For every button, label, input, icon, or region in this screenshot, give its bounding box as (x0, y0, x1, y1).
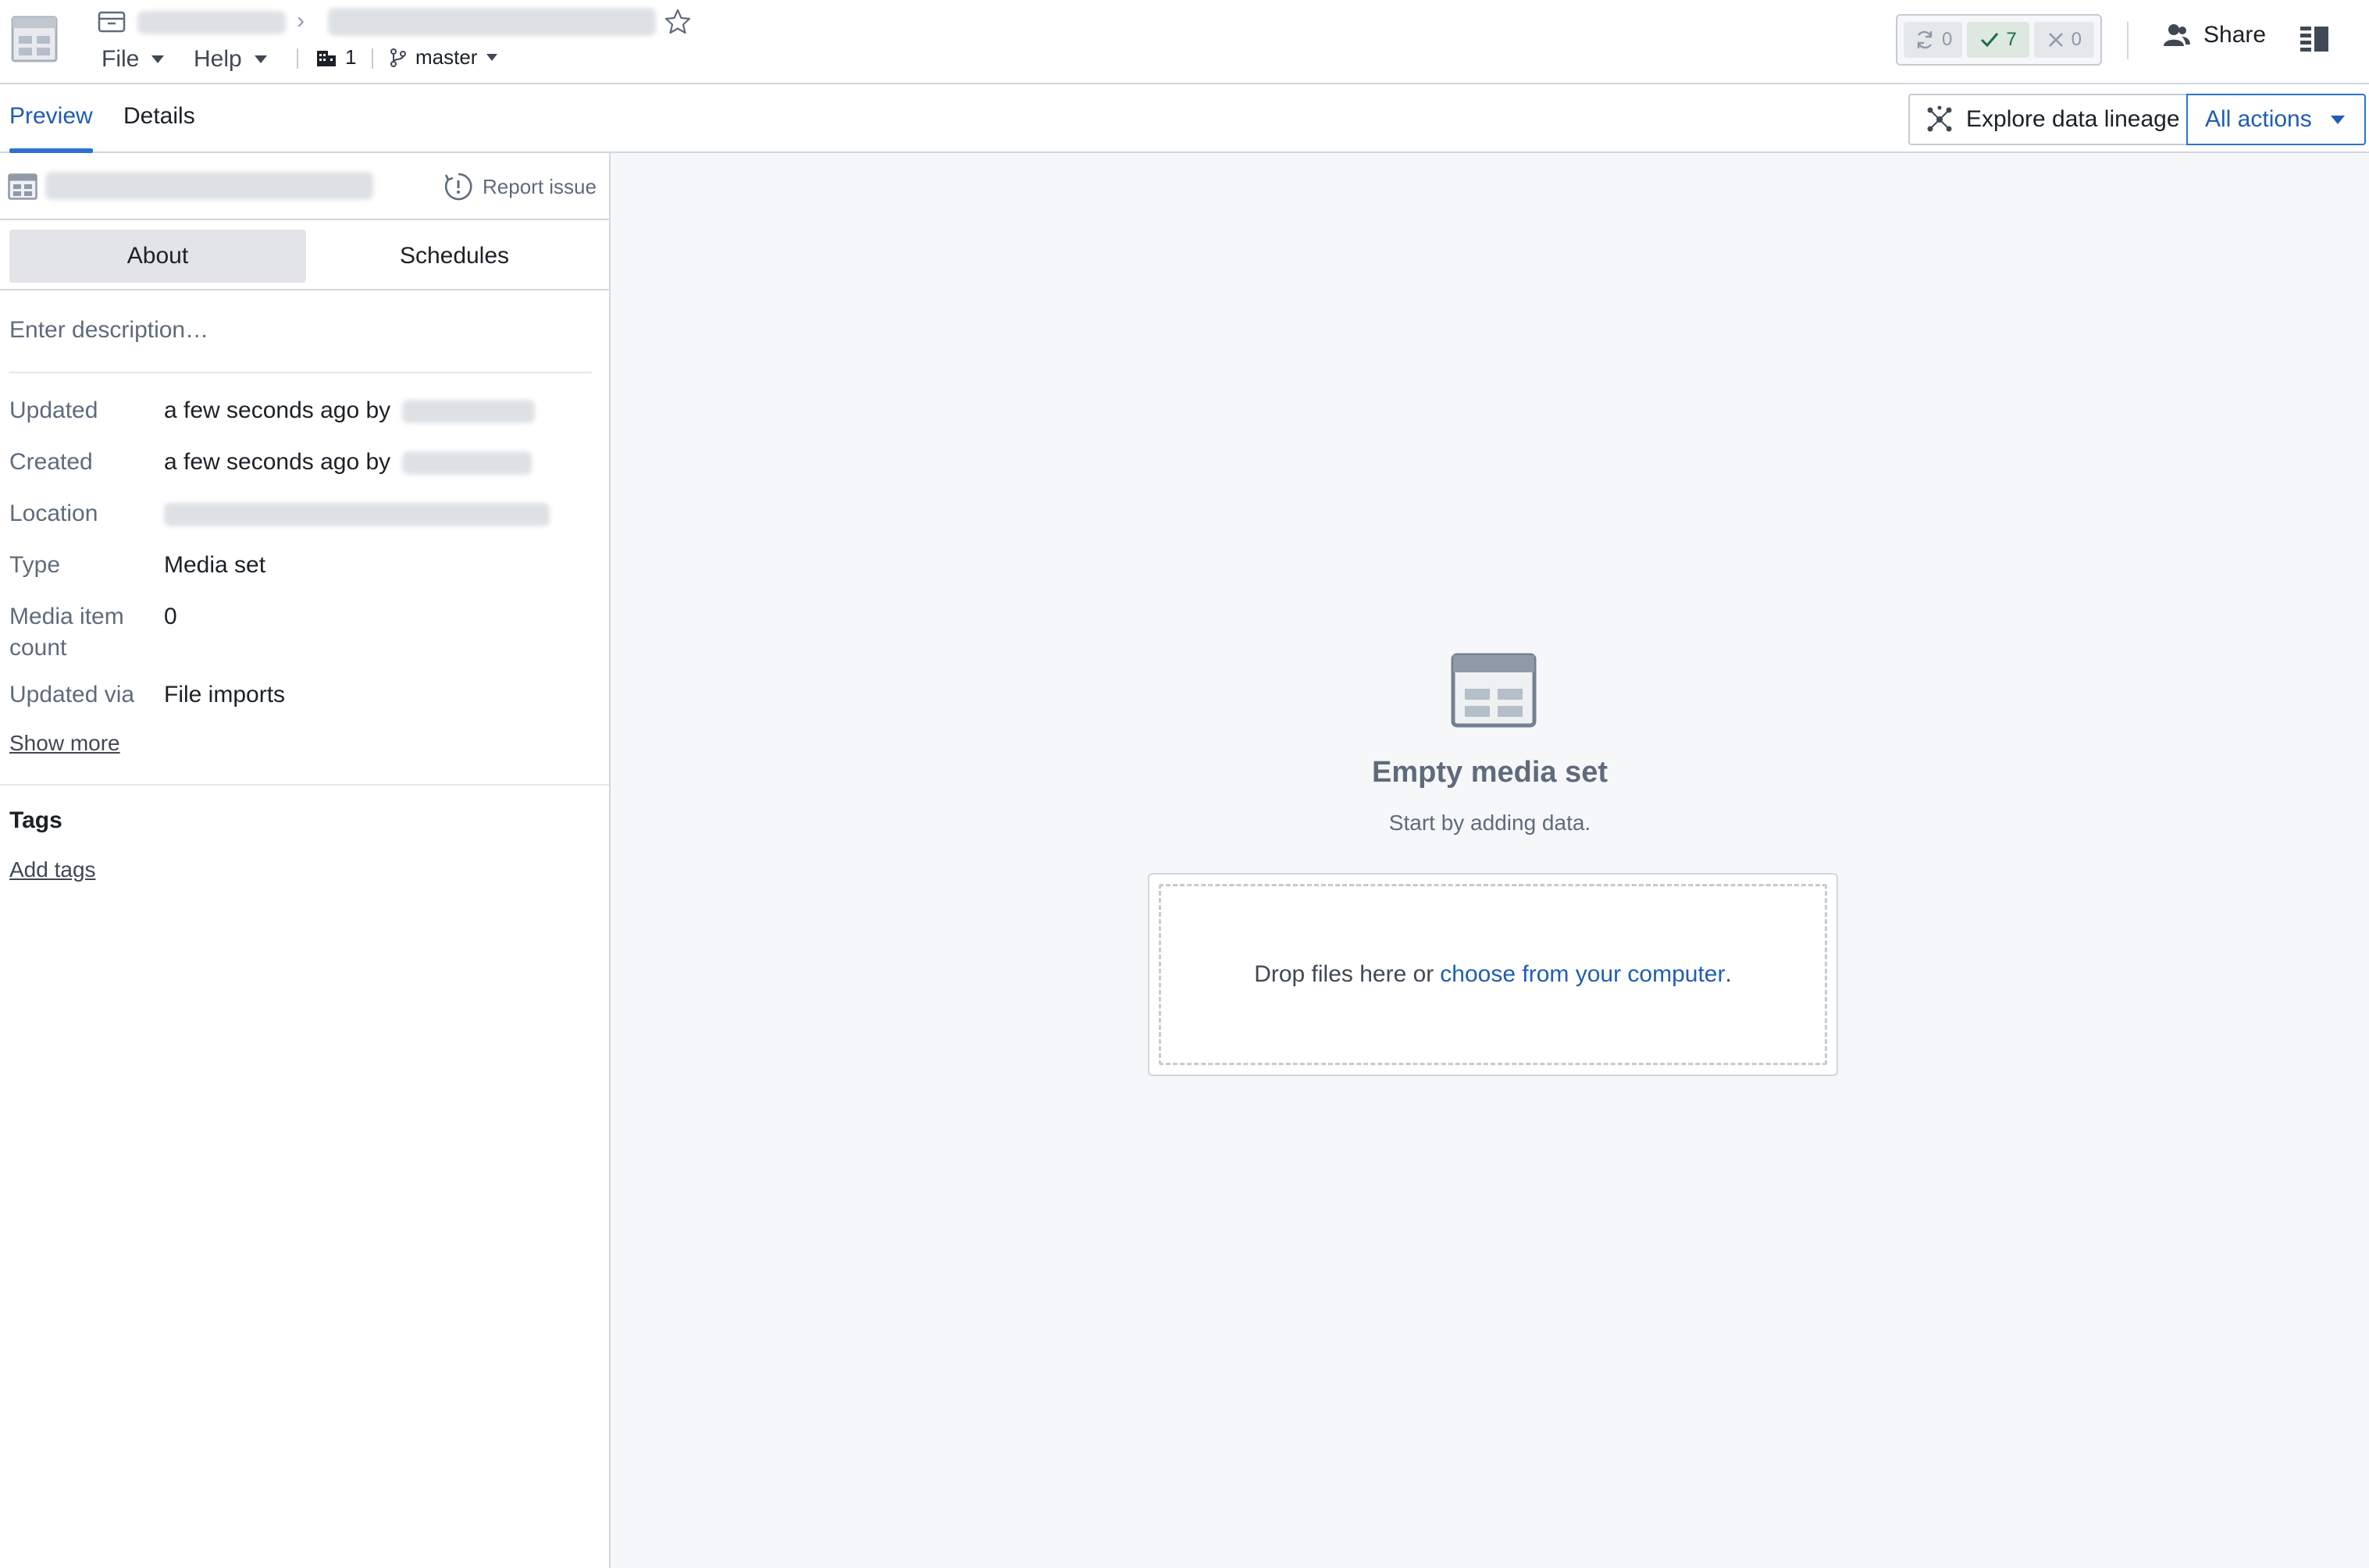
caret-down-icon (254, 55, 267, 63)
lineage-label: Explore data lineage (1966, 106, 2180, 132)
file-dropzone[interactable]: Drop files here or choose from your comp… (1148, 873, 1838, 1076)
choose-files-link[interactable]: choose from your computer (1440, 961, 1725, 988)
branch-name: master (415, 45, 478, 69)
media-set-icon (11, 16, 58, 62)
caret-down-icon (2330, 115, 2345, 124)
type-label: Type (9, 552, 61, 578)
updated-value: a few seconds ago by (164, 395, 535, 426)
succeeded-builds[interactable]: 7 (1967, 22, 2029, 58)
resource-name-redacted (45, 172, 373, 200)
star-icon[interactable] (664, 8, 692, 36)
divider (9, 372, 592, 373)
updated-label: Updated (9, 397, 98, 423)
segment-schedules[interactable]: Schedules (306, 230, 603, 283)
breadcrumb-separator-icon: › (297, 8, 305, 34)
created-value: a few seconds ago by (164, 447, 532, 478)
build-status-group: 0 7 0 (1896, 14, 2102, 66)
dropzone-text: Drop files here or (1254, 961, 1434, 987)
divider (297, 48, 298, 69)
app-header: › File Help 1 master 0 7 0 Share (0, 0, 2369, 84)
tags-heading: Tags (9, 807, 62, 833)
divider (2127, 22, 2129, 59)
tab-preview[interactable]: Preview (9, 103, 93, 153)
dropzone-suffix: . (1725, 961, 1732, 987)
add-tags-link[interactable]: Add tags (9, 857, 96, 882)
refresh-icon (1917, 30, 1933, 49)
tab-bar: Preview Details Explore data lineage All… (0, 84, 2369, 153)
running-builds[interactable]: 0 (1904, 22, 1963, 58)
updated-via-label: Updated via (9, 682, 135, 707)
branch-selector[interactable]: master (389, 45, 498, 69)
file-menu-label: File (102, 46, 140, 72)
project-count-value: 1 (345, 45, 357, 69)
report-issue-button[interactable]: Report issue (444, 172, 597, 201)
succeeded-count: 7 (2006, 29, 2017, 50)
failed-builds[interactable]: 0 (2033, 22, 2094, 58)
share-button[interactable]: Share (2163, 22, 2266, 48)
share-label: Share (2203, 22, 2267, 48)
failed-count: 0 (2071, 29, 2082, 50)
resource-title-redacted[interactable] (328, 8, 656, 36)
help-menu[interactable]: Help (194, 42, 267, 77)
media-set-icon (1451, 653, 1537, 728)
updated-via-value: File imports (164, 682, 286, 707)
description-input[interactable]: Enter description… (9, 317, 208, 344)
location-value[interactable] (164, 498, 550, 529)
explore-data-lineage-button[interactable]: Explore data lineage (1908, 94, 2188, 145)
created-label: Created (9, 449, 93, 475)
caret-down-icon (151, 55, 165, 63)
details-sidebar: Report issue About Schedules Enter descr… (0, 153, 611, 1568)
divider (372, 48, 373, 69)
updated-value-text: a few seconds ago by (164, 397, 391, 423)
empty-state-title: Empty media set (1372, 756, 1608, 789)
check-icon (1981, 33, 1999, 48)
sidebar-header: Report issue (0, 153, 609, 220)
git-branch-icon (390, 48, 406, 67)
divider (0, 289, 609, 290)
building-icon (317, 50, 336, 66)
x-icon (2048, 33, 2063, 47)
report-issue-label: Report issue (483, 174, 597, 198)
segment-about[interactable]: About (9, 230, 306, 283)
panel-toggle-icon[interactable] (2299, 23, 2330, 55)
media-item-count-value: 0 (164, 604, 177, 629)
user-name-redacted[interactable] (401, 400, 535, 424)
media-set-icon (8, 173, 37, 200)
breadcrumb-folder-redacted[interactable] (137, 11, 286, 34)
dropzone-inner[interactable]: Drop files here or choose from your comp… (1159, 884, 1827, 1065)
all-actions-button[interactable]: All actions (2186, 94, 2366, 145)
tab-details[interactable]: Details (123, 103, 195, 153)
location-label: Location (9, 501, 98, 526)
created-value-text: a few seconds ago by (164, 449, 391, 475)
preview-area: Empty media set Start by adding data. Dr… (611, 153, 2369, 1568)
location-path-redacted[interactable] (164, 503, 550, 527)
help-menu-label: Help (194, 46, 242, 72)
file-menu[interactable]: File (102, 42, 165, 77)
show-more-link[interactable]: Show more (9, 731, 120, 756)
all-actions-label: All actions (2205, 106, 2312, 132)
folder-icon[interactable] (97, 9, 126, 34)
running-count: 0 (1942, 29, 1953, 50)
sidebar-segmented-control: About Schedules (9, 230, 603, 283)
project-count[interactable]: 1 (315, 45, 356, 69)
lineage-icon (1927, 105, 1952, 132)
caret-down-icon (486, 54, 498, 61)
people-icon (2164, 24, 2190, 46)
user-name-redacted[interactable] (401, 451, 532, 476)
media-item-count-label: Media item count (9, 604, 124, 661)
warning-circle-icon (444, 173, 472, 201)
divider (0, 784, 609, 786)
type-value: Media set (164, 552, 266, 578)
empty-state-subtitle: Start by adding data. (1388, 811, 1591, 835)
